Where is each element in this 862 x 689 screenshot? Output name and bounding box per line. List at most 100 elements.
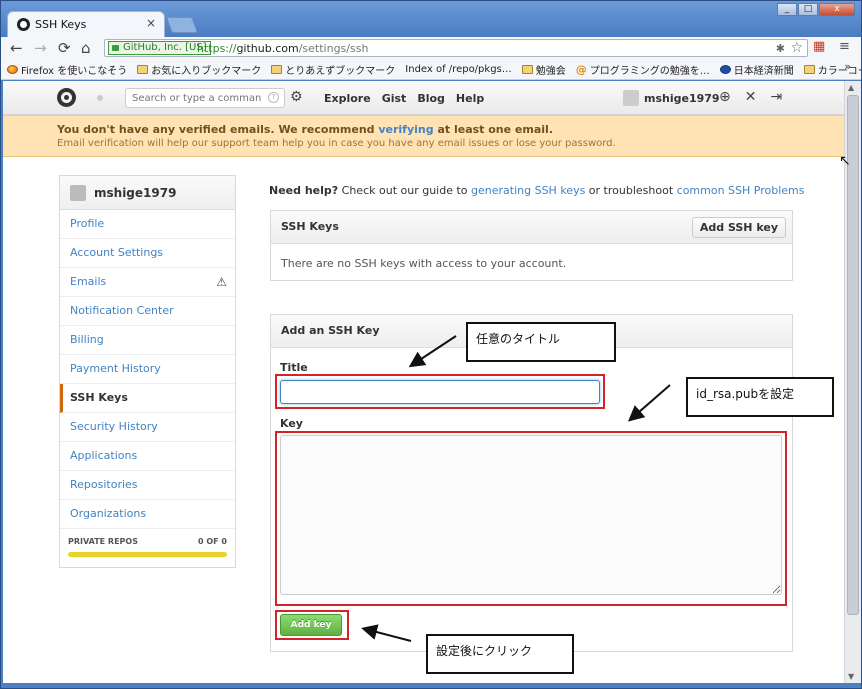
ssh-keys-box-header: SSH Keys Add SSH key — [271, 211, 792, 244]
bookmark-label: お気に入りブックマーク — [151, 65, 262, 77]
nav-help[interactable]: Help — [456, 92, 484, 105]
url-scheme: https:// — [197, 42, 237, 55]
tab-title: SSH Keys — [35, 18, 87, 31]
sidebar-item-applications[interactable]: Applications — [60, 442, 235, 471]
title-label: Title — [280, 361, 308, 374]
forward-arrow-icon[interactable]: → — [34, 39, 47, 57]
sidebar-username: mshige1979 — [94, 185, 177, 200]
tab-close-icon[interactable]: × — [146, 16, 156, 30]
extension-app-icon[interactable]: ▦ — [813, 39, 825, 54]
close-window-button[interactable]: x — [819, 3, 855, 16]
sidebar-item-security-history[interactable]: Security History — [60, 413, 235, 442]
help-bold: Need help? — [269, 184, 339, 197]
bookmark-star-icon[interactable]: ☆ — [790, 40, 803, 56]
sidebar-item-notification-center[interactable]: Notification Center — [60, 297, 235, 326]
sidebar-item-profile[interactable]: Profile — [60, 210, 235, 239]
user-menu[interactable]: mshige1979 — [623, 90, 720, 106]
browser-toolbar: ← → ⟳ ⌂ GitHub, Inc. [US] https://github… — [1, 37, 861, 59]
private-repos-label: PRIVATE REPOS — [68, 537, 138, 546]
private-repos-bar — [68, 552, 227, 557]
avatar — [70, 184, 86, 201]
browser-tab[interactable]: SSH Keys × — [7, 11, 165, 37]
key-callout: id_rsa.pubを設定 — [686, 377, 834, 417]
title-bar: SSH Keys × _ □ x — [1, 1, 861, 37]
nikkei-icon — [719, 64, 731, 74]
generating-ssh-keys-link[interactable]: generating SSH keys — [471, 184, 585, 197]
bookmark-label: Firefox を使いこなそう — [21, 65, 128, 77]
address-bar[interactable]: GitHub, Inc. [US] https://github.com/set… — [104, 39, 808, 57]
folder-icon — [137, 64, 149, 74]
notification-dot-icon[interactable] — [97, 95, 103, 101]
common-ssh-problems-link[interactable]: common SSH Problems — [677, 184, 805, 197]
scroll-thumb[interactable] — [847, 95, 859, 615]
new-tab-button[interactable] — [166, 17, 198, 33]
browser-window: SSH Keys × _ □ x ← → ⟳ ⌂ GitHub, Inc. [U… — [0, 0, 862, 689]
search-help-icon[interactable]: ? — [268, 92, 279, 103]
header-icons: ⊕ ✕ ⇥ — [719, 89, 782, 105]
button-callout: 設定後にクリック — [426, 634, 574, 674]
home-icon[interactable]: ⌂ — [81, 39, 91, 57]
bookmark-item[interactable]: 日本経済新聞 — [719, 62, 794, 77]
sidebar-item-ssh-keys[interactable]: SSH Keys — [60, 384, 235, 413]
title-highlight-box — [275, 374, 605, 409]
search-box: ? — [125, 88, 285, 108]
bookmark-item[interactable]: カラーコード — [803, 62, 861, 77]
scroll-down-icon[interactable]: ▼ — [848, 672, 854, 681]
nav-blog[interactable]: Blog — [417, 92, 445, 105]
new-repo-icon[interactable]: ⊕ — [719, 89, 731, 105]
help-text-part: Check out our guide to — [338, 184, 472, 197]
bookmark-item[interactable]: Index of /repo/pkgs… — [405, 64, 511, 75]
reload-icon[interactable]: ⟳ — [58, 39, 71, 57]
bookmarks-more-button[interactable]: » — [844, 60, 851, 73]
flash-text: at least one email. — [433, 123, 553, 136]
header-username: mshige1979 — [644, 91, 720, 105]
ssh-keys-box: SSH Keys Add SSH key There are no SSH ke… — [270, 210, 793, 281]
menu-icon[interactable]: ≡ — [839, 39, 850, 54]
add-ssh-key-button[interactable]: Add SSH key — [691, 217, 786, 238]
nav-gist[interactable]: Gist — [382, 92, 407, 105]
github-logo-icon[interactable] — [57, 88, 76, 107]
sidebar-item-account-settings[interactable]: Account Settings — [60, 239, 235, 268]
title-callout: 任意のタイトル — [466, 322, 616, 362]
extension-icon[interactable]: ✱ — [776, 42, 785, 55]
sidebar-item-payment-history[interactable]: Payment History — [60, 355, 235, 384]
url-host: github.com — [236, 42, 299, 55]
warning-icon: ⚠ — [216, 275, 227, 289]
command-gear-icon[interactable]: ⚙ — [290, 89, 303, 105]
ssh-keys-title: SSH Keys — [281, 220, 339, 233]
sidebar-item-organizations[interactable]: Organizations — [60, 500, 235, 529]
bookmark-item[interactable]: とりあえずブックマーク — [271, 62, 395, 77]
bookmark-label: プログラミングの勉強を… — [589, 65, 710, 77]
sidebar-item-label: Emails — [70, 275, 107, 288]
sidebar-item-billing[interactable]: Billing — [60, 326, 235, 355]
verifying-link[interactable]: verifying — [378, 123, 433, 136]
bookmark-item[interactable]: お気に入りブックマーク — [137, 62, 261, 77]
bookmark-label: とりあえずブックマーク — [285, 65, 396, 77]
bookmark-item[interactable]: @ プログラミングの勉強を… — [576, 62, 710, 77]
mouse-cursor-icon: ↖ — [839, 153, 851, 169]
help-text-part: or troubleshoot — [585, 184, 677, 197]
sign-out-icon[interactable]: ⇥ — [770, 89, 782, 105]
private-repos-meter: PRIVATE REPOS 0 OF 0 — [60, 529, 235, 557]
avatar — [623, 90, 639, 106]
settings-sidebar: mshige1979 Profile Account Settings Emai… — [59, 175, 236, 568]
url-path: /settings/ssh — [298, 42, 369, 55]
at-icon: @ — [575, 62, 587, 76]
private-repos-count: 0 OF 0 — [198, 537, 227, 546]
bookmark-item[interactable]: Firefox を使いこなそう — [7, 62, 127, 77]
nav-explore[interactable]: Explore — [324, 92, 371, 105]
flash-message: You don't have any verified emails. We r… — [57, 123, 553, 136]
settings-tools-icon[interactable]: ✕ — [745, 89, 757, 105]
bookmark-item[interactable]: 勉強会 — [521, 62, 566, 77]
maximize-button[interactable]: □ — [798, 3, 818, 16]
ev-certificate-badge[interactable]: GitHub, Inc. [US] — [108, 41, 211, 55]
scroll-up-icon[interactable]: ▲ — [848, 83, 854, 92]
search-input[interactable] — [126, 89, 261, 107]
bookmark-label: 勉強会 — [535, 65, 566, 77]
folder-icon — [803, 64, 815, 74]
page-scrollbar[interactable]: ▲ ▼ — [844, 81, 861, 683]
sidebar-item-emails[interactable]: Emails ⚠ — [60, 268, 235, 297]
back-arrow-icon[interactable]: ← — [10, 39, 23, 57]
minimize-button[interactable]: _ — [777, 3, 797, 16]
sidebar-item-repositories[interactable]: Repositories — [60, 471, 235, 500]
